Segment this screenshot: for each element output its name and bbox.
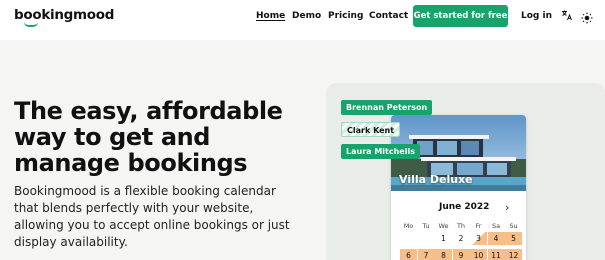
weekday-label: Fr <box>475 222 482 230</box>
booking-tag-laura: Laura Mitchells <box>341 144 420 159</box>
nav-home-link[interactable]: Home <box>256 11 285 21</box>
weekday-label: Su <box>509 222 518 230</box>
sun-icon[interactable] <box>581 9 593 24</box>
calendar-day[interactable]: 10 <box>470 249 487 260</box>
calendar-day[interactable]: 2 <box>453 232 470 245</box>
login-link[interactable]: Log in <box>521 11 552 21</box>
translate-icon[interactable] <box>561 9 573 21</box>
weekday-label: Mo <box>403 222 414 230</box>
weekday-label: Th <box>456 222 466 230</box>
get-started-button[interactable]: Get started for free <box>413 5 508 27</box>
weekday-label: Sa <box>491 222 501 230</box>
chevron-right-icon[interactable]: › <box>505 201 509 214</box>
calendar-day[interactable]: 6 <box>400 249 417 260</box>
calendar-day[interactable] <box>400 232 417 245</box>
listing-title: Villa Deluxe <box>399 173 473 186</box>
calendar-weekdays: Mo Tu We Th Fr Sa Su <box>400 222 522 232</box>
site-header: bookingmood Home Demo Pricing Contact Ge… <box>0 0 605 34</box>
calendar-day[interactable]: 1 <box>435 232 452 245</box>
calendar-day[interactable]: 4 <box>487 232 505 245</box>
nav-pricing-link[interactable]: Pricing <box>328 11 363 21</box>
logo[interactable]: bookingmood <box>14 7 114 23</box>
nav-contact-link[interactable]: Contact <box>369 11 408 21</box>
calendar-day[interactable]: 8 <box>435 249 452 260</box>
calendar-month: June 2022 <box>439 202 490 212</box>
hero-headline: The easy, affordable way to get and mana… <box>14 97 283 177</box>
calendar-day[interactable]: 3 <box>470 232 487 245</box>
hero-subtext: Bookingmood is a flexible booking calend… <box>14 184 290 249</box>
calendar-days: 1 2 3 4 5 6 7 8 9 10 11 12 <box>400 232 522 260</box>
booking-tag-clark: Clark Kent <box>341 122 401 137</box>
calendar-day[interactable]: 7 <box>417 249 435 260</box>
nav-demo-link[interactable]: Demo <box>292 11 321 21</box>
booking-tag-brennan: Brennan Peterson <box>341 100 433 115</box>
calendar-day[interactable] <box>418 232 435 245</box>
calendar-day[interactable]: 5 <box>505 232 522 245</box>
logo-smile-icon <box>24 22 38 27</box>
calendar-day[interactable]: 11 <box>487 249 505 260</box>
calendar-day[interactable]: 12 <box>505 249 522 260</box>
calendar-day[interactable]: 9 <box>452 249 470 260</box>
weekday-label: Tu <box>422 222 430 230</box>
weekday-label: We <box>438 222 449 230</box>
